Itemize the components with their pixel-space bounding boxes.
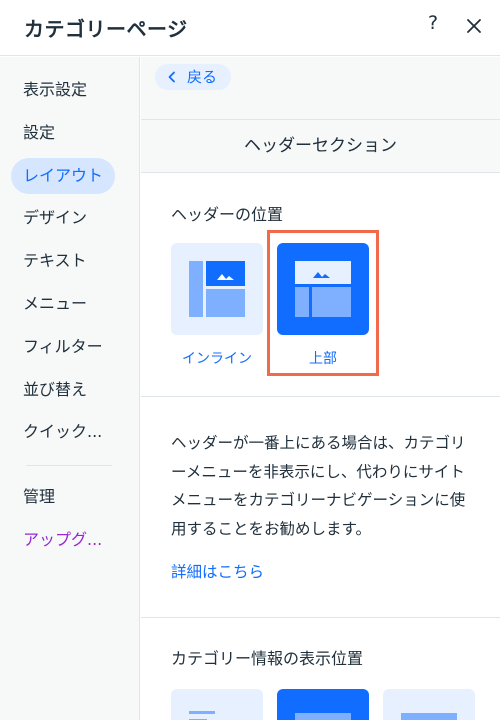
- selection-highlight: [267, 230, 379, 376]
- sidebar-item-filter[interactable]: フィルター: [11, 329, 115, 365]
- category-info-layout-icon: [295, 713, 351, 720]
- category-info-option-3[interactable]: [383, 689, 475, 720]
- sidebar-item-manage[interactable]: 管理: [11, 479, 67, 515]
- sidebar-item-menu[interactable]: メニュー: [11, 286, 99, 322]
- close-icon: [467, 19, 481, 33]
- close-button[interactable]: [460, 12, 488, 40]
- sidebar-item-quick-view[interactable]: クイック...: [11, 414, 114, 450]
- sidebar-item-design[interactable]: デザイン: [11, 200, 99, 236]
- sidebar-item-display-settings[interactable]: 表示設定: [11, 72, 99, 108]
- section-divider: [141, 617, 500, 618]
- back-button-label: 戻る: [187, 68, 218, 86]
- sidebar-divider: [26, 465, 112, 466]
- sidebar-item-layout[interactable]: レイアウト: [11, 158, 116, 194]
- section-title: ヘッダーセクション: [141, 119, 500, 173]
- inline-layout-icon: [189, 261, 245, 317]
- sidebar-item-upgrade[interactable]: アップグ...: [11, 522, 114, 558]
- sidebar-item-text[interactable]: テキスト: [11, 243, 99, 279]
- learn-more-link[interactable]: 詳細はこちら: [171, 560, 264, 582]
- sidebar-item-settings[interactable]: 設定: [11, 115, 67, 151]
- panel-header: カテゴリーページ ?: [0, 0, 500, 56]
- category-info-option-1[interactable]: [171, 689, 263, 720]
- back-bar: 戻る: [141, 57, 500, 119]
- header-description: ヘッダーが一番上にある場合は、カテゴリーメニューを非表示にし、代わりにサイトメニ…: [171, 434, 466, 538]
- category-info-label: カテゴリー情報の表示位置: [171, 649, 364, 668]
- chevron-left-icon: [168, 71, 175, 83]
- help-button[interactable]: ?: [420, 12, 446, 40]
- sidebar-item-sort[interactable]: 並び替え: [11, 372, 99, 408]
- main-panel: 戻る ヘッダーセクション ヘッダーの位置 インライン 上部 ヘッダーが一番上にあ…: [141, 57, 500, 720]
- category-info-layout-icon: [189, 711, 215, 720]
- category-info-option-2[interactable]: [277, 689, 369, 720]
- header-position-label: ヘッダーの位置: [171, 205, 284, 224]
- section-divider: [141, 396, 500, 397]
- panel-title: カテゴリーページ: [24, 17, 188, 41]
- header-position-inline-option[interactable]: [171, 243, 263, 335]
- sidebar: 表示設定 設定 レイアウト デザイン テキスト メニュー フィルター 並び替え …: [0, 57, 140, 720]
- header-position-inline-label: インライン: [182, 351, 252, 367]
- category-info-layout-icon: [401, 713, 457, 720]
- back-button[interactable]: 戻る: [155, 64, 232, 90]
